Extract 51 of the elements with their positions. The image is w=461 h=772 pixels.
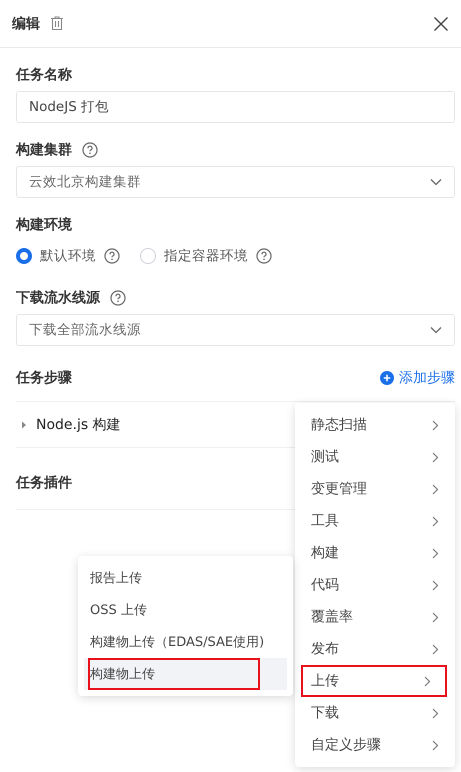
chevron-right-icon	[432, 612, 439, 622]
submenu-item[interactable]: 报告上传	[84, 562, 287, 594]
chevron-right-icon	[432, 548, 439, 558]
help-icon[interactable]	[256, 248, 272, 264]
chevron-right-icon	[432, 452, 439, 462]
menu-item[interactable]: 测试	[295, 441, 455, 473]
chevron-right-icon	[432, 644, 439, 654]
field-label: 任务名称	[16, 66, 72, 84]
menu-item[interactable]: 构建	[295, 537, 455, 569]
chevron-right-icon	[424, 676, 431, 686]
menu-item[interactable]: 变更管理	[295, 473, 455, 505]
menu-item[interactable]: 代码	[295, 569, 455, 601]
menu-item[interactable]: 上传	[301, 665, 447, 697]
menu-item[interactable]: 静态扫描	[295, 409, 455, 441]
menu-item[interactable]: 工具	[295, 505, 455, 537]
select-field[interactable]: 云效北京构建集群	[16, 166, 455, 198]
chevron-right-icon	[432, 484, 439, 494]
submenu-item[interactable]: 构建物上传（EDAS/SAE使用)	[84, 626, 287, 658]
expand-caret-icon[interactable]	[20, 420, 28, 428]
panel-title: 编辑	[12, 14, 40, 32]
radio-label: 指定容器环境	[164, 247, 248, 265]
field-label: 下载流水线源	[16, 289, 100, 307]
chevron-right-icon	[432, 516, 439, 526]
chevron-right-icon	[432, 740, 439, 750]
menu-item[interactable]: 下载	[295, 697, 455, 729]
help-icon[interactable]	[82, 142, 98, 158]
field-label: 构建环境	[16, 216, 72, 234]
chevron-right-icon	[432, 580, 439, 590]
close-icon[interactable]	[433, 16, 449, 32]
plus-circle-icon	[380, 370, 394, 384]
trash-icon[interactable]	[50, 16, 64, 31]
menu-item[interactable]: 自定义步骤	[295, 729, 455, 761]
menu-item[interactable]: 覆盖率	[295, 601, 455, 633]
help-icon[interactable]	[110, 290, 126, 306]
chevron-right-icon	[432, 708, 439, 718]
add-step-link[interactable]: 添加步骤	[380, 368, 455, 386]
step-name[interactable]: Node.js 构建	[36, 416, 121, 434]
menu-item[interactable]: 发布	[295, 633, 455, 665]
input-field[interactable]: NodeJS 打包	[16, 91, 455, 123]
section-title: 任务插件	[16, 474, 72, 492]
chevron-down-icon	[430, 178, 442, 186]
submenu-item[interactable]: 构建物上传	[84, 658, 287, 690]
chevron-right-icon	[432, 420, 439, 430]
field-label: 构建集群	[16, 141, 72, 159]
chevron-down-icon	[430, 326, 442, 334]
help-icon[interactable]	[104, 248, 120, 264]
section-title: 任务步骤	[16, 368, 72, 386]
select-field[interactable]: 下载全部流水线源	[16, 314, 455, 346]
submenu-item[interactable]: OSS 上传	[84, 594, 287, 626]
radio-button[interactable]	[16, 248, 32, 264]
radio-label: 默认环境	[40, 247, 96, 265]
